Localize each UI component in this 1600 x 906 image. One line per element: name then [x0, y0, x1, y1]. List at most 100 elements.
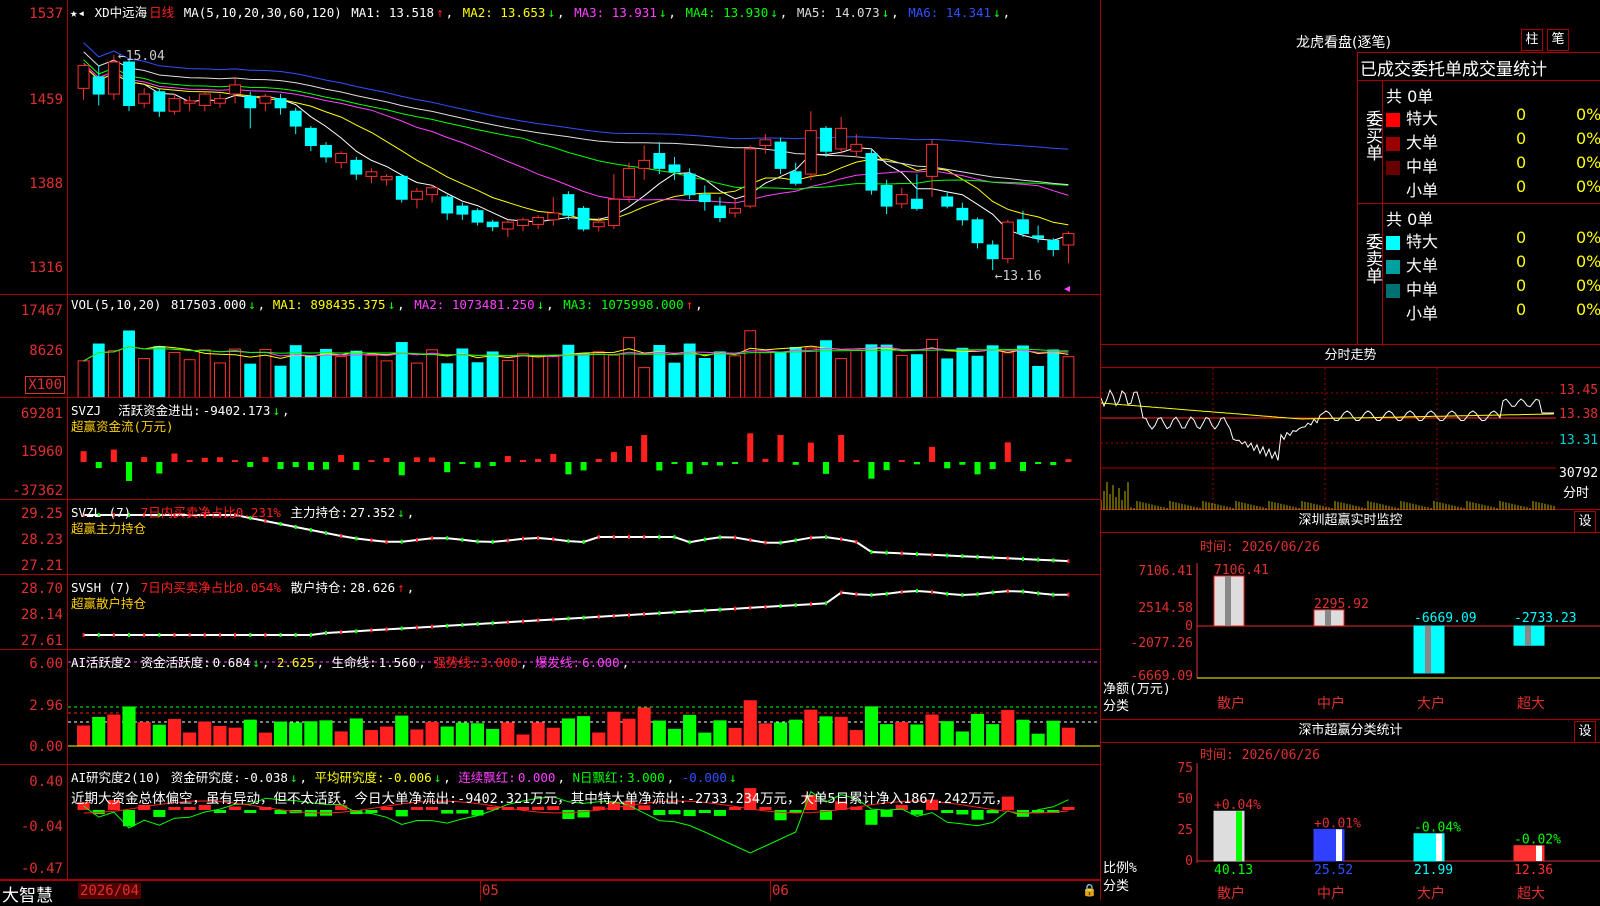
- candle-body: [350, 159, 363, 175]
- candle-body: [380, 175, 393, 181]
- holding-tick: [885, 591, 888, 596]
- monitor-category: 超大: [1517, 696, 1545, 712]
- candle-body: [183, 100, 196, 104]
- monitor-settings-button[interactable]: 设: [1574, 511, 1596, 533]
- fund-flow-bar: [868, 462, 875, 479]
- holding-tick: [279, 633, 282, 637]
- fund-flow-bar: [398, 462, 405, 476]
- monitor-panel[interactable]: 深圳超赢实时监控 设 时间: 2026/06/26 7106.41 2514.58…: [1100, 510, 1600, 720]
- fund-flow-bar: [974, 462, 981, 475]
- holding-tick: [991, 590, 994, 595]
- active-bar: [849, 730, 863, 747]
- arrow-icon: ↓: [397, 505, 405, 520]
- candle-body: [486, 221, 499, 228]
- ma-line: [83, 42, 1069, 150]
- active-bar: [880, 724, 894, 747]
- arrow-icon: ↑: [436, 5, 444, 20]
- volume-unit-button[interactable]: X100: [25, 376, 65, 394]
- bar-mode-button[interactable]: 柱: [1521, 29, 1543, 51]
- intraday-tab[interactable]: 分时: [1563, 482, 1589, 501]
- monitor-y-tick: -2077.26: [1130, 636, 1193, 651]
- fund-flow-bar: [322, 462, 330, 470]
- holding-tick: [597, 614, 600, 619]
- volume-bar: [941, 358, 954, 397]
- ai-active-pane[interactable]: 6.00 2.96 0.00 AI活跃度2 资金活跃度: 0.684 ↓, 2.62…: [0, 650, 1100, 765]
- svsh-tick: 28.70: [20, 581, 63, 597]
- svzj-axis: 69281 15960 -37362: [0, 398, 68, 499]
- svzl-pane[interactable]: 29.25 28.23 27.21 SVZL (7) 7日内买卖净占比0.231…: [0, 500, 1100, 575]
- period-label[interactable]: 日线: [149, 5, 174, 20]
- candle-body: [774, 141, 787, 169]
- intraday-panel[interactable]: 分时走势 13.45 13.38 13.31 30792 分时: [1100, 345, 1600, 510]
- holding-tick: [885, 550, 888, 555]
- kline-pane[interactable]: 1537 1459 1388 1316 ★◂ XD中远海 日线 MA(5,10,2…: [0, 0, 1100, 295]
- separator: ,: [557, 5, 573, 20]
- active-bar: [1016, 719, 1030, 747]
- holding-tick: [112, 633, 115, 637]
- research-bar: [426, 807, 439, 810]
- active-bar: [683, 714, 697, 747]
- tick-mode-button[interactable]: 笔: [1547, 29, 1569, 51]
- active-bar: [213, 725, 227, 747]
- research-bar: [971, 810, 984, 820]
- order-stat-row: 中单 0 0%: [1386, 153, 1600, 176]
- fund-flow-bar: [110, 449, 117, 462]
- active-bar: [122, 706, 136, 747]
- classify-panel[interactable]: 深市超赢分类统计 设 时间: 2026/06/26 75 50 25 0 +0.04% 4…: [1100, 720, 1600, 900]
- volume-bar: [335, 356, 348, 397]
- separator: ,: [445, 5, 461, 20]
- volume-bar: [153, 346, 166, 397]
- lock-icon[interactable]: 🔒: [1082, 883, 1097, 897]
- indicator-name: AI研究度2(10): [71, 770, 162, 785]
- volume-bar: [713, 351, 726, 397]
- volume-pane[interactable]: 17467 8626 X100 VOL(5,10,20) 817503.000 ↓…: [0, 295, 1100, 398]
- volume-bar: [1017, 345, 1029, 397]
- holding-tick: [764, 540, 767, 545]
- holding-tick: [825, 601, 827, 606]
- stock-name: XD中远海: [94, 5, 148, 20]
- order-count: 0: [1516, 129, 1527, 148]
- classify-value: 25.52: [1314, 863, 1353, 878]
- kline-plot[interactable]: ←15.04 ←13.16: [68, 0, 1100, 294]
- holding-tick: [794, 538, 797, 543]
- star-icon[interactable]: ★◂: [70, 5, 85, 20]
- svsh-subtitle: 超赢散户持仓: [71, 596, 147, 611]
- fund-flow-bar: [1035, 462, 1042, 464]
- fund-flow-bar: [641, 435, 648, 462]
- order-stat-row: 小单 0 0%: [1386, 177, 1600, 200]
- classify-settings-button[interactable]: 设: [1574, 721, 1596, 743]
- order-stat-row: 大单 0 0%: [1386, 252, 1600, 275]
- fund-flow-bar: [489, 462, 496, 466]
- dragon-header: 已成交委托单成交量统计: [1360, 60, 1547, 80]
- svsh-pane[interactable]: 28.70 28.14 27.61 SVSH (7) 7日内买卖净占比0.054…: [0, 575, 1100, 650]
- volume-bar: [107, 350, 120, 397]
- order-stat-row: 特大 0 0%: [1386, 105, 1600, 128]
- classify-category: 散户: [1217, 885, 1245, 900]
- monitor-y-tick: 7106.41: [1138, 564, 1193, 579]
- date-tick-divider: [770, 881, 771, 901]
- order-count: 0: [1516, 228, 1527, 247]
- order-percent: 0%: [1576, 153, 1600, 172]
- order-size-label: 特大: [1406, 232, 1439, 251]
- active-bar: [228, 727, 242, 747]
- volume-bar: [562, 344, 575, 397]
- dragon-box: 已成交委托单成交量统计 委买单 共 0单 特大 0 0% 大单 0 0% 中单 0 0% 小单 0 0…: [1357, 52, 1600, 346]
- fund-flow-bar: [732, 462, 739, 464]
- active-bar: [713, 720, 727, 747]
- fund-flow-bar: [777, 435, 784, 462]
- monitor-chart: 7106.41 2514.58 0 -2077.26 -6669.09 7106.41 散户…: [1130, 563, 1600, 712]
- active-bar: [607, 711, 621, 747]
- ai-research-pane[interactable]: 0.40 -0.04 -0.47 AI研究度2(10) 资金研究度: -0.038…: [0, 765, 1100, 880]
- candle-body: [138, 93, 151, 104]
- indicator-value: -9402.173: [202, 403, 271, 418]
- ma-params: MA(5,10,20,30,60,120): [183, 5, 342, 20]
- research-bar: [410, 807, 423, 810]
- order-color-swatch: [1386, 160, 1400, 175]
- order-size-label: 中单: [1406, 157, 1439, 176]
- fund-flow-bar: [368, 460, 375, 462]
- volume-bar: [653, 345, 666, 397]
- holding-tick: [840, 590, 843, 595]
- active-bar: [1031, 733, 1045, 747]
- holding-tick: [400, 626, 403, 631]
- svzj-pane[interactable]: 69281 15960 -37362 SVZJ 活跃资金进出: -9402.173…: [0, 398, 1100, 500]
